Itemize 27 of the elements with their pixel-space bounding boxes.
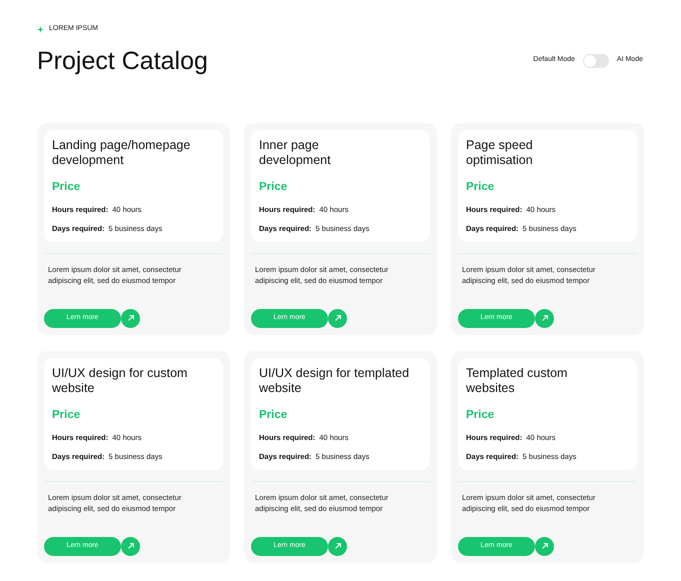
arrow-icon	[334, 314, 342, 322]
arrow-button[interactable]	[121, 536, 140, 556]
mode-toggle[interactable]	[582, 54, 609, 68]
card-title: Inner page development	[259, 138, 332, 168]
arrow-icon	[540, 542, 548, 550]
card-title: UI/UX design for custom website	[52, 366, 188, 396]
price-label: Price	[52, 180, 82, 194]
card-title: Landing page/homepage development	[52, 138, 192, 168]
arrow-icon	[334, 542, 342, 550]
page-title: Project Catalog	[37, 46, 208, 76]
arrow-button[interactable]	[535, 308, 554, 328]
price-label: Price	[466, 408, 496, 422]
arrow-icon	[126, 542, 134, 550]
price-label: Price	[259, 180, 288, 194]
sparkle-icon	[37, 26, 44, 33]
arrow-icon	[540, 314, 548, 322]
arrow-button[interactable]	[121, 308, 140, 328]
arrow-icon	[126, 314, 134, 322]
card-title: UI/UX design for templated website	[259, 366, 410, 396]
arrow-button[interactable]	[328, 536, 347, 556]
card-title: Templated custom websites	[466, 366, 568, 396]
arrow-button[interactable]	[328, 308, 347, 328]
price-label: Price	[52, 408, 82, 422]
price-label: Price	[466, 180, 496, 194]
arrow-button[interactable]	[535, 536, 554, 556]
card-title: Page speed optimisation	[466, 138, 534, 168]
price-label: Price	[259, 408, 288, 422]
